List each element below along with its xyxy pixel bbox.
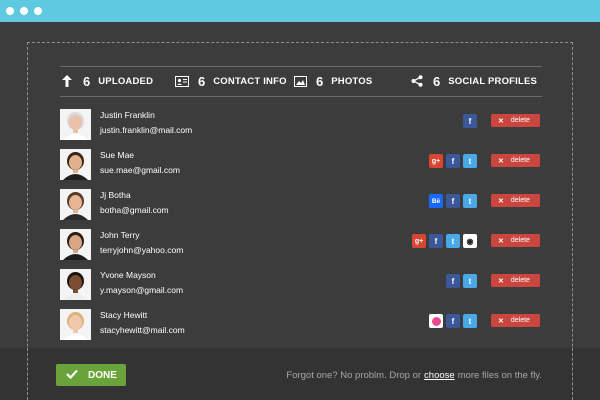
delete-label: delete xyxy=(510,117,530,124)
contact-name: Sue Mae xyxy=(100,150,135,160)
close-icon: ✕ xyxy=(498,237,504,245)
delete-button[interactable]: ✕ delete xyxy=(491,154,540,167)
delete-label: delete xyxy=(510,317,530,324)
window-dot-icon xyxy=(6,7,14,15)
facebook-icon[interactable]: f xyxy=(446,274,460,288)
social-icons: g+ f t ◉ xyxy=(412,234,477,248)
window-dot-icon xyxy=(20,7,28,15)
contact-email: stacyhewitt@mail.com xyxy=(100,325,185,335)
social-icons: f xyxy=(463,114,477,128)
contact-row: John Terry terryjohn@yahoo.com g+ f t ◉ ✕ delet… xyxy=(60,225,542,265)
upload-icon xyxy=(60,74,74,88)
footer-note: Forgot one? No problm. Drop or choose mo… xyxy=(286,370,542,381)
avatar xyxy=(60,269,91,300)
stat-contact-info: 6 CONTACT INFO xyxy=(175,67,287,95)
contact-email: terryjohn@yahoo.com xyxy=(100,245,184,255)
twitter-icon[interactable]: t xyxy=(463,314,477,328)
contact-name: John Terry xyxy=(100,230,140,240)
contact-name: Yvone Mayson xyxy=(100,270,156,280)
stat-label: UPLOADED xyxy=(98,75,154,87)
image-icon xyxy=(293,74,307,88)
close-icon: ✕ xyxy=(498,157,504,165)
avatar xyxy=(60,189,91,220)
footer-note-text: more files on the fly. xyxy=(457,370,542,381)
social-icons: Bē f t xyxy=(429,194,477,208)
footer-note-text: Forgot one? No problm. Drop or xyxy=(286,370,422,381)
delete-label: delete xyxy=(510,157,530,164)
window-title-bar xyxy=(0,0,600,22)
stat-count: 6 xyxy=(433,73,441,89)
contact-email: y.mayson@gmail.com xyxy=(100,285,184,295)
avatar xyxy=(60,309,91,340)
dribbble-icon[interactable] xyxy=(429,314,443,328)
social-icons: ft xyxy=(446,274,477,288)
github-icon[interactable]: ◉ xyxy=(463,234,477,248)
twitter-icon[interactable]: t xyxy=(463,194,477,208)
done-button[interactable]: DONE xyxy=(56,364,126,386)
checkmark-icon xyxy=(66,369,78,382)
close-icon: ✕ xyxy=(498,197,504,205)
close-icon: ✕ xyxy=(498,117,504,125)
contact-row: Justin Franklin justin.franklin@mail.com f… xyxy=(60,105,542,145)
twitter-icon[interactable]: t xyxy=(446,234,460,248)
contact-row: Sue Mae sue.mae@gmail.com g+ f t ✕ delete xyxy=(60,145,542,185)
facebook-icon[interactable]: f xyxy=(429,234,443,248)
stat-label: PHOTOS xyxy=(331,75,373,87)
delete-label: delete xyxy=(510,197,530,204)
googleplus-icon[interactable]: g+ xyxy=(429,154,443,168)
contact-name: Justin Franklin xyxy=(100,110,155,120)
twitter-icon[interactable]: t xyxy=(463,274,477,288)
stat-count: 6 xyxy=(198,73,206,89)
contact-card-icon xyxy=(175,74,189,88)
drop-zone-border xyxy=(572,348,573,400)
divider xyxy=(60,96,542,97)
contact-row: Jj Botha botha@gmail.com Bē f t ✕ delete xyxy=(60,185,542,225)
app-window: 6 UPLOADED 6 CONTACT INFO 6 PHOTOS 6 SOC… xyxy=(0,22,600,400)
done-label: DONE xyxy=(88,369,117,381)
dribbble-ball-icon xyxy=(431,316,441,326)
facebook-icon[interactable]: f xyxy=(446,194,460,208)
avatar xyxy=(60,229,91,260)
drop-zone-border xyxy=(27,348,28,400)
delete-label: delete xyxy=(510,277,530,284)
close-icon: ✕ xyxy=(498,317,504,325)
delete-button[interactable]: ✕ delete xyxy=(491,234,540,247)
social-icons: ft xyxy=(429,314,477,328)
twitter-icon[interactable]: t xyxy=(463,154,477,168)
stat-uploaded: 6 UPLOADED xyxy=(60,67,153,95)
contact-email: justin.franklin@mail.com xyxy=(100,125,193,135)
contact-email: botha@gmail.com xyxy=(100,205,169,215)
delete-label: delete xyxy=(510,237,530,244)
contact-list: Justin Franklin justin.franklin@mail.com f… xyxy=(60,105,542,345)
stat-label: CONTACT INFO xyxy=(213,75,287,87)
stat-count: 6 xyxy=(316,73,324,89)
delete-button[interactable]: ✕ delete xyxy=(491,114,540,127)
delete-button[interactable]: ✕ delete xyxy=(491,194,540,207)
avatar xyxy=(60,149,91,180)
stat-social-profiles: 6 SOCIAL PROFILES xyxy=(410,67,537,95)
stat-photos: 6 PHOTOS xyxy=(293,67,372,95)
facebook-icon[interactable]: f xyxy=(463,114,477,128)
contact-name: Jj Botha xyxy=(100,190,131,200)
close-icon: ✕ xyxy=(498,277,504,285)
contact-row: Stacy Hewitt stacyhewitt@mail.com f t ✕ delet… xyxy=(60,305,542,345)
window-dot-icon xyxy=(34,7,42,15)
avatar xyxy=(60,109,91,140)
googleplus-icon[interactable]: g+ xyxy=(412,234,426,248)
stat-count: 6 xyxy=(83,73,91,89)
contact-email: sue.mae@gmail.com xyxy=(100,165,180,175)
delete-button[interactable]: ✕ delete xyxy=(491,314,540,327)
choose-files-link[interactable]: choose xyxy=(424,370,455,381)
delete-button[interactable]: ✕ delete xyxy=(491,274,540,287)
footer-bar: DONE Forgot one? No problm. Drop or choo… xyxy=(0,348,600,400)
share-icon xyxy=(410,74,424,88)
contact-row: Yvone Mayson y.mayson@gmail.com f t ✕ delete xyxy=(60,265,542,305)
facebook-icon[interactable]: f xyxy=(446,314,460,328)
stat-label: SOCIAL PROFILES xyxy=(448,75,538,87)
upload-stats-bar: 6 UPLOADED 6 CONTACT INFO 6 PHOTOS 6 SOC… xyxy=(60,66,542,97)
behance-icon[interactable]: Bē xyxy=(429,194,443,208)
social-icons: g+ f t xyxy=(429,154,477,168)
facebook-icon[interactable]: f xyxy=(446,154,460,168)
contact-name: Stacy Hewitt xyxy=(100,310,148,320)
